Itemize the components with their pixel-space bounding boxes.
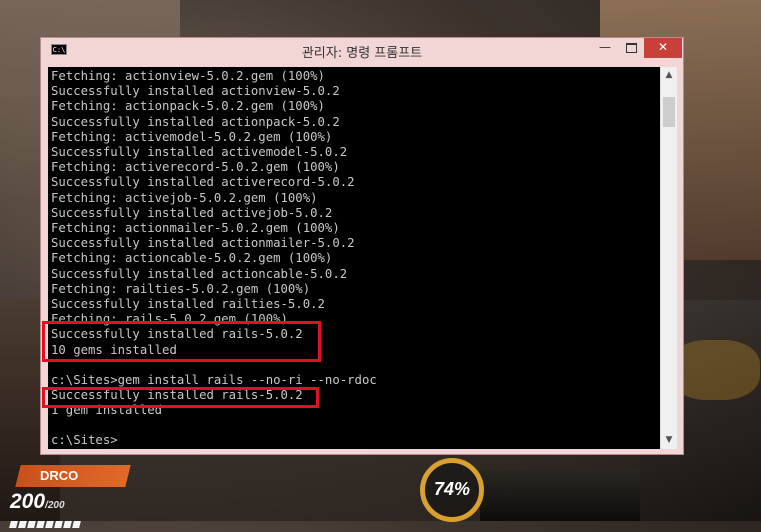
health-segment [36,521,45,528]
console-line: Successfully installed activerecord-5.0.… [51,175,355,189]
highlight-box-rails-installed [42,321,321,362]
console-line: Successfully installed actionpack-5.0.2 [51,115,340,129]
health-segment [45,521,54,528]
console-line: Successfully installed activemodel-5.0.2 [51,145,348,159]
vertical-scrollbar[interactable]: ▲ ▼ [660,67,677,449]
console-line: Successfully installed actionmailer-5.0.… [51,236,355,250]
console-line: Fetching: railties-5.0.2.gem (100%) [51,282,311,296]
health-segment [18,521,27,528]
title-bar[interactable]: C:\ 관리자: 명령 프롬프트 — ✕ [41,38,683,62]
minimize-button[interactable]: — [592,38,618,58]
console-line: Successfully installed actioncable-5.0.2 [51,267,348,281]
close-button[interactable]: ✕ [644,38,682,58]
highlight-box-rails-installed-second [42,387,319,408]
health-segment [63,521,72,528]
window-title: 관리자: 명령 프롬프트 [301,46,423,61]
health-segment [72,521,81,528]
console-line: Successfully installed railties-5.0.2 [51,297,325,311]
ultimate-charge-value: 74% [433,479,471,499]
console-line: Successfully installed actionview-5.0.2 [51,84,340,98]
health-segment [54,521,63,528]
console-line: Fetching: actionpack-5.0.2.gem (100%) [51,99,325,113]
health-segment [9,521,18,528]
ultimate-charge-ring: 74% [420,458,484,522]
scroll-up-arrow-icon[interactable]: ▲ [661,67,677,84]
console-line: Fetching: activerecord-5.0.2.gem (100%) [51,160,340,174]
console-line: c:\Sites>gem install rails --no-ri --no-… [51,373,377,387]
player-name-badge: DRCO [15,465,131,487]
maximize-button[interactable] [618,38,644,58]
console-line: Fetching: activejob-5.0.2.gem (100%) [51,191,318,205]
console-line: Successfully installed activejob-5.0.2 [51,206,333,220]
health-max: 200 [47,500,65,511]
maximize-icon [625,43,637,53]
scroll-down-arrow-icon[interactable]: ▼ [661,432,677,449]
console-line: Fetching: actionview-5.0.2.gem (100%) [51,69,325,83]
console-line: Fetching: actionmailer-5.0.2.gem (100%) [51,221,340,235]
console-prompt: c:\Sites> [51,433,118,447]
console-line: Fetching: activemodel-5.0.2.gem (100%) [51,130,333,144]
health-segment [27,521,36,528]
console-line: Fetching: actioncable-5.0.2.gem (100%) [51,251,333,265]
scroll-thumb[interactable] [663,97,675,127]
player-name: DRCO [40,468,79,483]
health-current: 200 [10,490,46,513]
background-floor [480,470,640,521]
health-readout: 200/200 [10,490,65,514]
health-bar [9,513,140,528]
